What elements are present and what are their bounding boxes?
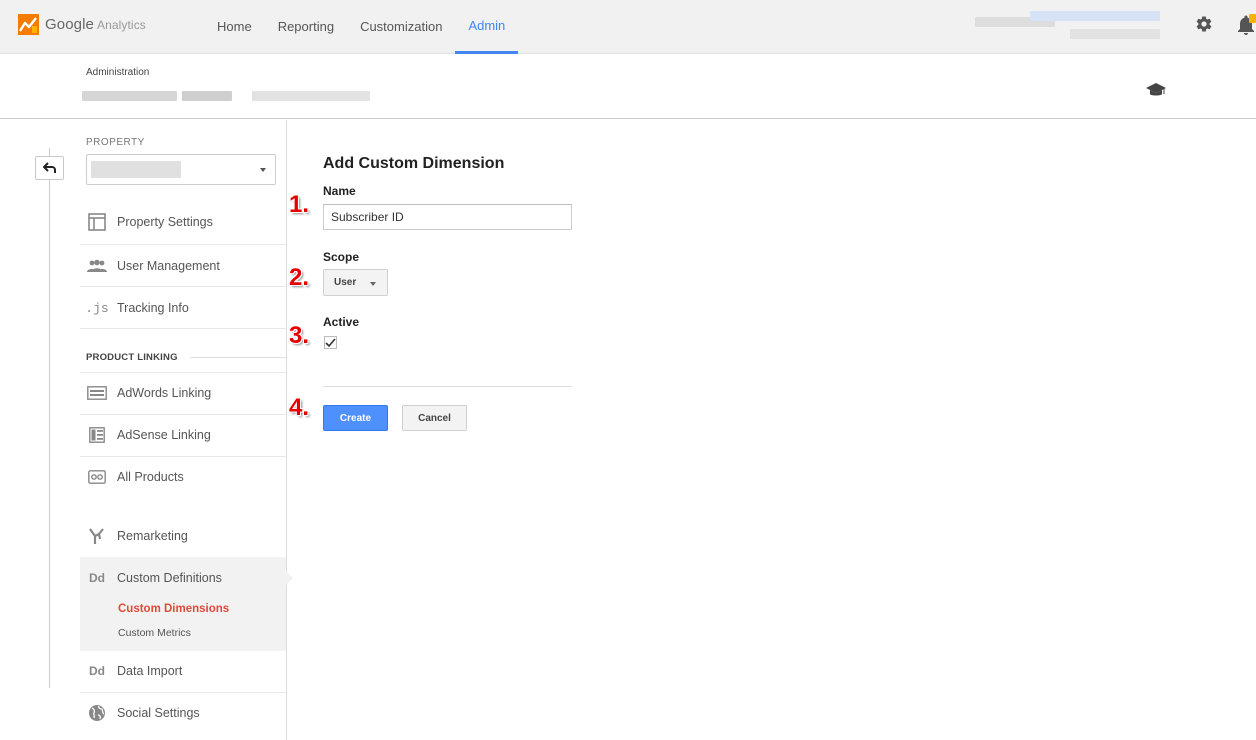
nav-customization[interactable]: Customization bbox=[347, 0, 455, 54]
adwords-icon bbox=[87, 383, 107, 403]
notification-bell-icon[interactable] bbox=[1236, 14, 1256, 36]
sidebar-item-all-products[interactable]: All Products bbox=[80, 456, 286, 498]
page-title: Add Custom Dimension bbox=[323, 155, 505, 172]
top-nav-bar: Google Analytics Home Reporting Customiza… bbox=[0, 0, 1256, 54]
globe-icon bbox=[87, 703, 107, 723]
academy-cap-icon[interactable] bbox=[1146, 82, 1166, 98]
account-info-redacted[interactable] bbox=[975, 9, 1165, 49]
step-annotation-2: 2. bbox=[289, 264, 310, 291]
sidebar-item-label: Data Import bbox=[117, 664, 183, 678]
remarketing-icon bbox=[87, 526, 107, 546]
sidebar-item-property-settings[interactable]: Property Settings bbox=[80, 201, 286, 243]
scope-value: User bbox=[334, 277, 357, 288]
chevron-down-icon bbox=[260, 168, 266, 172]
sidebar-item-adsense-linking[interactable]: AdSense Linking bbox=[80, 414, 286, 456]
active-checkbox[interactable] bbox=[324, 336, 337, 349]
scope-label: Scope bbox=[323, 250, 360, 264]
main-nav: Home Reporting Customization Admin bbox=[204, 0, 519, 54]
sidebar-item-custom-definitions[interactable]: Dd Custom Definitions bbox=[80, 557, 286, 599]
sidebar-item-tracking-info[interactable]: .js Tracking Info bbox=[80, 287, 286, 329]
property-select[interactable] bbox=[86, 154, 276, 185]
back-button[interactable] bbox=[35, 156, 64, 180]
sidebar-subitem-custom-metrics[interactable]: Custom Metrics bbox=[118, 627, 191, 639]
create-button[interactable]: Create bbox=[323, 405, 388, 431]
sidebar-separator bbox=[80, 328, 286, 329]
active-pointer bbox=[286, 571, 293, 585]
nav-home[interactable]: Home bbox=[204, 0, 265, 54]
user-management-icon bbox=[87, 256, 107, 276]
sidebar-divider bbox=[286, 120, 287, 740]
property-settings-icon bbox=[87, 212, 107, 232]
step-annotation-3: 3. bbox=[289, 322, 310, 349]
sidebar-item-label: AdWords Linking bbox=[117, 386, 212, 400]
sidebar-item-user-management[interactable]: User Management bbox=[80, 245, 286, 287]
nav-reporting[interactable]: Reporting bbox=[265, 0, 347, 54]
account-path-redacted[interactable] bbox=[82, 89, 372, 105]
checkmark-icon bbox=[325, 337, 336, 347]
sidebar-item-label: Custom Definitions bbox=[117, 571, 222, 585]
tracking-info-icon: .js bbox=[85, 300, 109, 316]
brand-google: Google bbox=[45, 16, 94, 33]
administration-label: Administration bbox=[86, 67, 150, 78]
chevron-down-icon bbox=[370, 282, 376, 286]
sidebar-item-data-import[interactable]: Dd Data Import bbox=[80, 650, 286, 692]
sidebar-item-label: Social Settings bbox=[117, 706, 200, 720]
sidebar-subitem-custom-dimensions[interactable]: Custom Dimensions bbox=[118, 603, 229, 615]
sidebar-item-label: All Products bbox=[117, 470, 184, 484]
step-annotation-1: 1. bbox=[289, 191, 310, 218]
sidebar-item-label: User Management bbox=[117, 259, 220, 273]
scope-select[interactable]: User bbox=[323, 269, 388, 296]
custom-definitions-icon: Dd bbox=[89, 571, 105, 585]
sidebar-item-label: Remarketing bbox=[117, 529, 188, 543]
nav-admin[interactable]: Admin bbox=[455, 0, 519, 54]
sidebar-item-social-settings[interactable]: Social Settings bbox=[80, 692, 286, 734]
form-divider bbox=[323, 386, 572, 387]
sidebar-item-label: Tracking Info bbox=[117, 301, 189, 315]
rail-line bbox=[49, 148, 50, 688]
data-import-icon: Dd bbox=[89, 664, 105, 678]
sidebar-item-remarketing[interactable]: Remarketing bbox=[80, 515, 286, 557]
cancel-button[interactable]: Cancel bbox=[402, 405, 467, 431]
gear-icon[interactable] bbox=[1195, 15, 1213, 33]
adsense-icon bbox=[87, 425, 107, 445]
section-rule bbox=[190, 357, 286, 358]
back-arrow-icon bbox=[42, 162, 56, 173]
step-annotation-4: 4. bbox=[289, 394, 310, 421]
name-label: Name bbox=[323, 184, 356, 198]
name-input[interactable] bbox=[323, 204, 572, 230]
analytics-logo-icon bbox=[18, 14, 39, 35]
all-products-icon bbox=[87, 467, 107, 487]
google-analytics-logo[interactable]: Google Analytics bbox=[18, 14, 146, 35]
sidebar-item-adwords-linking[interactable]: AdWords Linking bbox=[80, 372, 286, 414]
sidebar-item-label: Property Settings bbox=[117, 215, 213, 229]
property-label: PROPERTY bbox=[86, 137, 145, 148]
admin-header: Administration bbox=[0, 54, 1256, 119]
sidebar-item-label: AdSense Linking bbox=[117, 428, 211, 442]
active-label: Active bbox=[323, 315, 360, 329]
product-linking-label: PRODUCT LINKING bbox=[86, 352, 178, 363]
brand-analytics: Analytics bbox=[96, 18, 146, 32]
